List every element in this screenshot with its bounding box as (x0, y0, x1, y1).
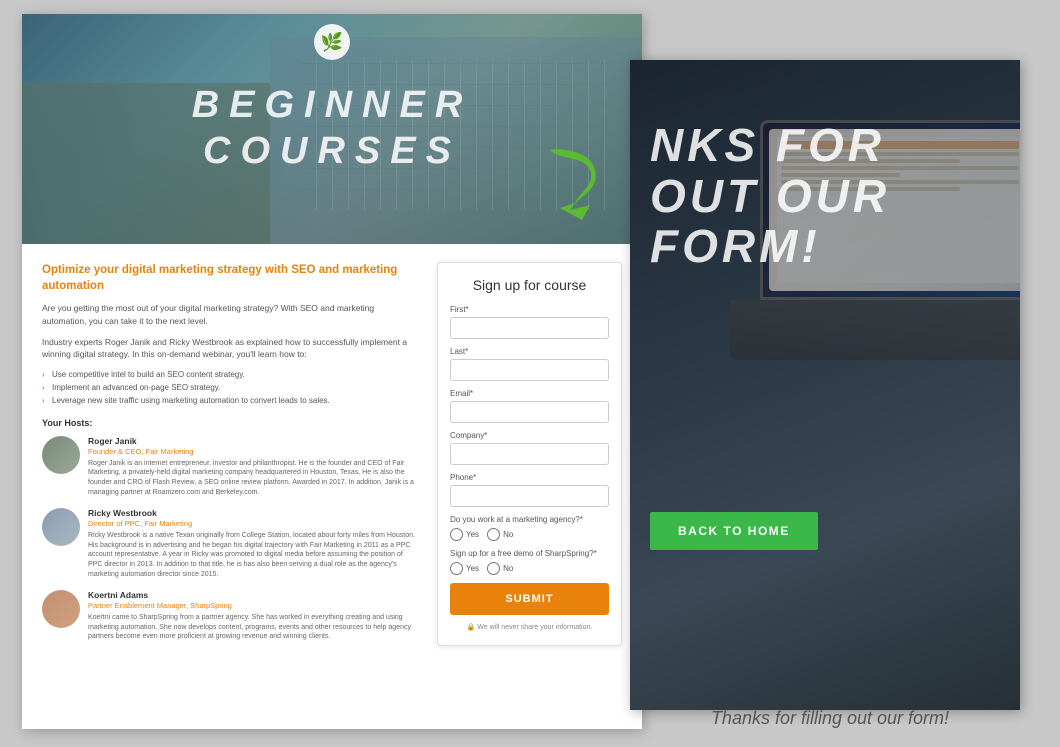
bullet-item-2: Implement an advanced on-page SEO strate… (42, 382, 417, 395)
bullet-list: Use competitive intel to build an SEO co… (42, 369, 417, 407)
marketing-no-label[interactable]: No (487, 528, 513, 541)
host-role-1: Founder & CEO, Fair Marketing (88, 447, 417, 456)
email-group: Email* (450, 389, 609, 423)
demo-yes-radio[interactable] (450, 562, 463, 575)
signup-form-panel: Sign up for course First* Last* Email* C… (437, 262, 622, 646)
host-item-2: Ricky Westbrook Director of PPC, Fair Ma… (42, 508, 417, 580)
host-role-3: Partner Enablement Manager, SharpSpring (88, 601, 417, 610)
no-text: No (503, 530, 513, 539)
hero-line1: BEGINNER (192, 83, 473, 129)
demo-yes-text: Yes (466, 564, 479, 573)
hero-line2: COURSES (192, 129, 473, 175)
host-desc-2: Ricky Westbrook is a native Texan origin… (88, 531, 417, 580)
marketing-no-radio[interactable] (487, 528, 500, 541)
marketing-yes-radio[interactable] (450, 528, 463, 541)
host-name-3: Koertni Adams (88, 590, 417, 600)
email-label: Email* (450, 389, 609, 398)
content-section: Optimize your digital marketing strategy… (22, 244, 642, 662)
thankyou-line1: NKS FOR (650, 120, 890, 171)
first-name-group: First* (450, 305, 609, 339)
email-input[interactable] (450, 401, 609, 423)
thankyou-overlay: NKS FOR OUT OUR FORM! (630, 60, 1020, 710)
body-text: Industry experts Roger Janik and Ricky W… (42, 336, 417, 362)
last-name-group: Last* (450, 347, 609, 381)
hero-title: BEGINNER COURSES (192, 83, 473, 174)
host-desc-1: Roger Janik is an internet entrepreneur,… (88, 459, 417, 498)
host-info-2: Ricky Westbrook Director of PPC, Fair Ma… (88, 508, 417, 580)
privacy-note: 🔒 We will never share your information. (450, 623, 609, 631)
thankyou-line3: FORM! (650, 221, 890, 272)
phone-input[interactable] (450, 485, 609, 507)
last-name-label: Last* (450, 347, 609, 356)
thankyou-page: NKS FOR OUT OUR FORM! BACK TO HOME (630, 60, 1020, 710)
sharpspring-demo-label: Sign up for a free demo of SharpSpring?* (450, 549, 609, 558)
yes-text: Yes (466, 530, 479, 539)
host-item-3: Koertni Adams Partner Enablement Manager… (42, 590, 417, 642)
host-avatar-2 (42, 508, 80, 546)
demo-yes-label[interactable]: Yes (450, 562, 479, 575)
sharpspring-demo-options: Yes No (450, 562, 609, 575)
marketing-agency-group: Do you work at a marketing agency?* Yes … (450, 515, 609, 541)
bullet-item-3: Leverage new site traffic using marketin… (42, 395, 417, 408)
green-arrow (540, 140, 620, 220)
first-name-input[interactable] (450, 317, 609, 339)
landing-page: 🌿 BEGINNER COURSES Optimize your digital… (22, 14, 642, 729)
bullet-item-1: Use competitive intel to build an SEO co… (42, 369, 417, 382)
section-title: Optimize your digital marketing strategy… (42, 262, 417, 294)
company-group: Company* (450, 431, 609, 465)
host-role-2: Director of PPC, Fair Marketing (88, 519, 417, 528)
thankyou-text: NKS FOR OUT OUR FORM! (650, 120, 890, 272)
demo-no-radio[interactable] (487, 562, 500, 575)
bottom-text: Thanks for filling out our form! (630, 708, 1030, 729)
back-button-container: BACK TO HOME (650, 512, 818, 550)
host-name-2: Ricky Westbrook (88, 508, 417, 518)
demo-no-label[interactable]: No (487, 562, 513, 575)
left-content: Optimize your digital marketing strategy… (42, 262, 417, 652)
host-avatar-3 (42, 590, 80, 628)
host-item-1: Roger Janik Founder & CEO, Fair Marketin… (42, 436, 417, 498)
arrow-icon (540, 140, 620, 220)
sharpspring-demo-group: Sign up for a free demo of SharpSpring?*… (450, 549, 609, 575)
logo-area: 🌿 (314, 24, 350, 60)
host-info-3: Koertni Adams Partner Enablement Manager… (88, 590, 417, 642)
demo-no-text: No (503, 564, 513, 573)
back-to-home-button[interactable]: BACK TO HOME (650, 512, 818, 550)
marketing-agency-label: Do you work at a marketing agency?* (450, 515, 609, 524)
last-name-input[interactable] (450, 359, 609, 381)
logo-leaf-icon: 🌿 (321, 32, 343, 53)
company-input[interactable] (450, 443, 609, 465)
phone-label: Phone* (450, 473, 609, 482)
form-title: Sign up for course (450, 277, 609, 293)
host-info-1: Roger Janik Founder & CEO, Fair Marketin… (88, 436, 417, 498)
host-desc-3: Koertni came to SharpSpring from a partn… (88, 613, 417, 642)
host-avatar-1 (42, 436, 80, 474)
submit-button[interactable]: SUBMIT (450, 583, 609, 615)
host-name-1: Roger Janik (88, 436, 417, 446)
company-label: Company* (450, 431, 609, 440)
thankyou-line2: OUT OUR (650, 171, 890, 222)
first-name-label: First* (450, 305, 609, 314)
marketing-agency-options: Yes No (450, 528, 609, 541)
intro-text: Are you getting the most out of your dig… (42, 302, 417, 328)
marketing-yes-label[interactable]: Yes (450, 528, 479, 541)
phone-group: Phone* (450, 473, 609, 507)
hosts-label: Your Hosts: (42, 418, 417, 428)
logo-circle: 🌿 (314, 24, 350, 60)
